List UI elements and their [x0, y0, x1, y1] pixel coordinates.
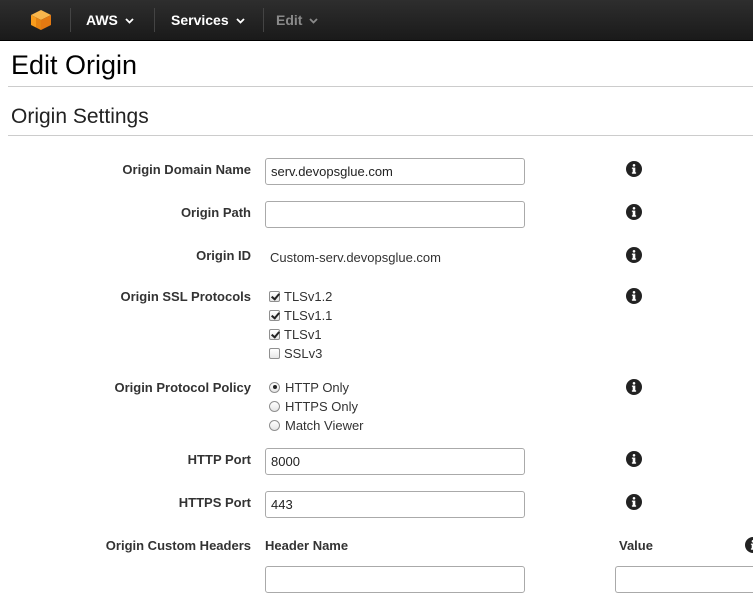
- nav-divider: [263, 8, 264, 32]
- aws-cube-icon[interactable]: [30, 9, 52, 31]
- origin-protocol-policy-label: Origin Protocol Policy: [114, 380, 251, 395]
- origin-path-label: Origin Path: [180, 205, 251, 220]
- divider: [8, 86, 753, 87]
- origin-domain-name-label: Origin Domain Name: [122, 162, 251, 177]
- radio-button[interactable]: [269, 400, 280, 412]
- chevron-down-icon: [235, 18, 245, 25]
- match-viewer-radio[interactable]: Match Viewer: [269, 416, 364, 434]
- chevron-down-icon: [125, 18, 134, 25]
- services-menu[interactable]: Services: [171, 0, 245, 40]
- https-port-input[interactable]: [265, 491, 525, 518]
- origin-id-label: Origin ID: [196, 248, 251, 263]
- info-icon[interactable]: [745, 537, 753, 553]
- origin-path-input[interactable]: [265, 201, 525, 228]
- https-only-radio[interactable]: HTTPS Only: [269, 397, 358, 415]
- tlsv1-2-checkbox[interactable]: TLSv1.2: [269, 287, 332, 305]
- radio-label: Match Viewer: [285, 417, 364, 433]
- checkbox-box[interactable]: [269, 309, 280, 321]
- https-port-label: HTTPS Port: [178, 495, 251, 510]
- section-title: Origin Settings: [11, 105, 149, 128]
- edit-menu-label: Edit: [276, 12, 303, 28]
- nav-divider: [70, 8, 71, 32]
- info-icon[interactable]: [626, 288, 642, 304]
- radio-label: HTTP Only: [285, 379, 350, 395]
- radio-button[interactable]: [269, 381, 280, 393]
- divider: [8, 135, 753, 136]
- page-title: Edit Origin: [11, 50, 138, 80]
- origin-ssl-protocols-label: Origin SSL Protocols: [120, 289, 251, 304]
- checkbox-box[interactable]: [269, 290, 280, 302]
- checkbox-box[interactable]: [269, 347, 280, 359]
- tlsv1-checkbox[interactable]: TLSv1: [269, 325, 322, 343]
- radio-button[interactable]: [269, 419, 280, 431]
- header-name-column-header: Header Name: [265, 538, 349, 553]
- checkbox-box[interactable]: [269, 328, 280, 340]
- value-column-header: Value: [619, 538, 653, 553]
- checkbox-label: TLSv1.2: [284, 288, 333, 304]
- http-port-input[interactable]: [265, 448, 525, 475]
- nav-divider: [154, 8, 155, 32]
- aws-menu[interactable]: AWS: [86, 0, 134, 40]
- info-icon[interactable]: [626, 204, 642, 220]
- aws-menu-label: AWS: [86, 12, 118, 28]
- tlsv1-1-checkbox[interactable]: TLSv1.1: [269, 306, 332, 324]
- sslv3-checkbox[interactable]: SSLv3: [269, 344, 322, 362]
- checkbox-label: SSLv3: [284, 345, 323, 361]
- checkbox-label: TLSv1.1: [284, 307, 333, 323]
- edit-menu[interactable]: Edit: [276, 0, 319, 40]
- info-icon[interactable]: [626, 494, 642, 510]
- top-nav-bar: AWS Services Edit: [0, 0, 753, 41]
- http-only-radio[interactable]: HTTP Only: [269, 378, 349, 396]
- http-port-label: HTTP Port: [187, 452, 251, 467]
- origin-custom-headers-label: Origin Custom Headers: [105, 538, 251, 553]
- header-value-input[interactable]: [615, 566, 753, 593]
- info-icon[interactable]: [626, 247, 642, 263]
- info-icon[interactable]: [626, 379, 642, 395]
- info-icon[interactable]: [626, 161, 642, 177]
- checkbox-label: TLSv1: [284, 326, 322, 342]
- info-icon[interactable]: [626, 451, 642, 467]
- header-name-input[interactable]: [265, 566, 525, 593]
- origin-domain-name-input[interactable]: [265, 158, 525, 185]
- chevron-down-icon: [309, 18, 319, 25]
- origin-id-value: Custom-serv.devopsglue.com: [270, 250, 441, 265]
- services-menu-label: Services: [171, 12, 229, 28]
- radio-label: HTTPS Only: [285, 398, 358, 414]
